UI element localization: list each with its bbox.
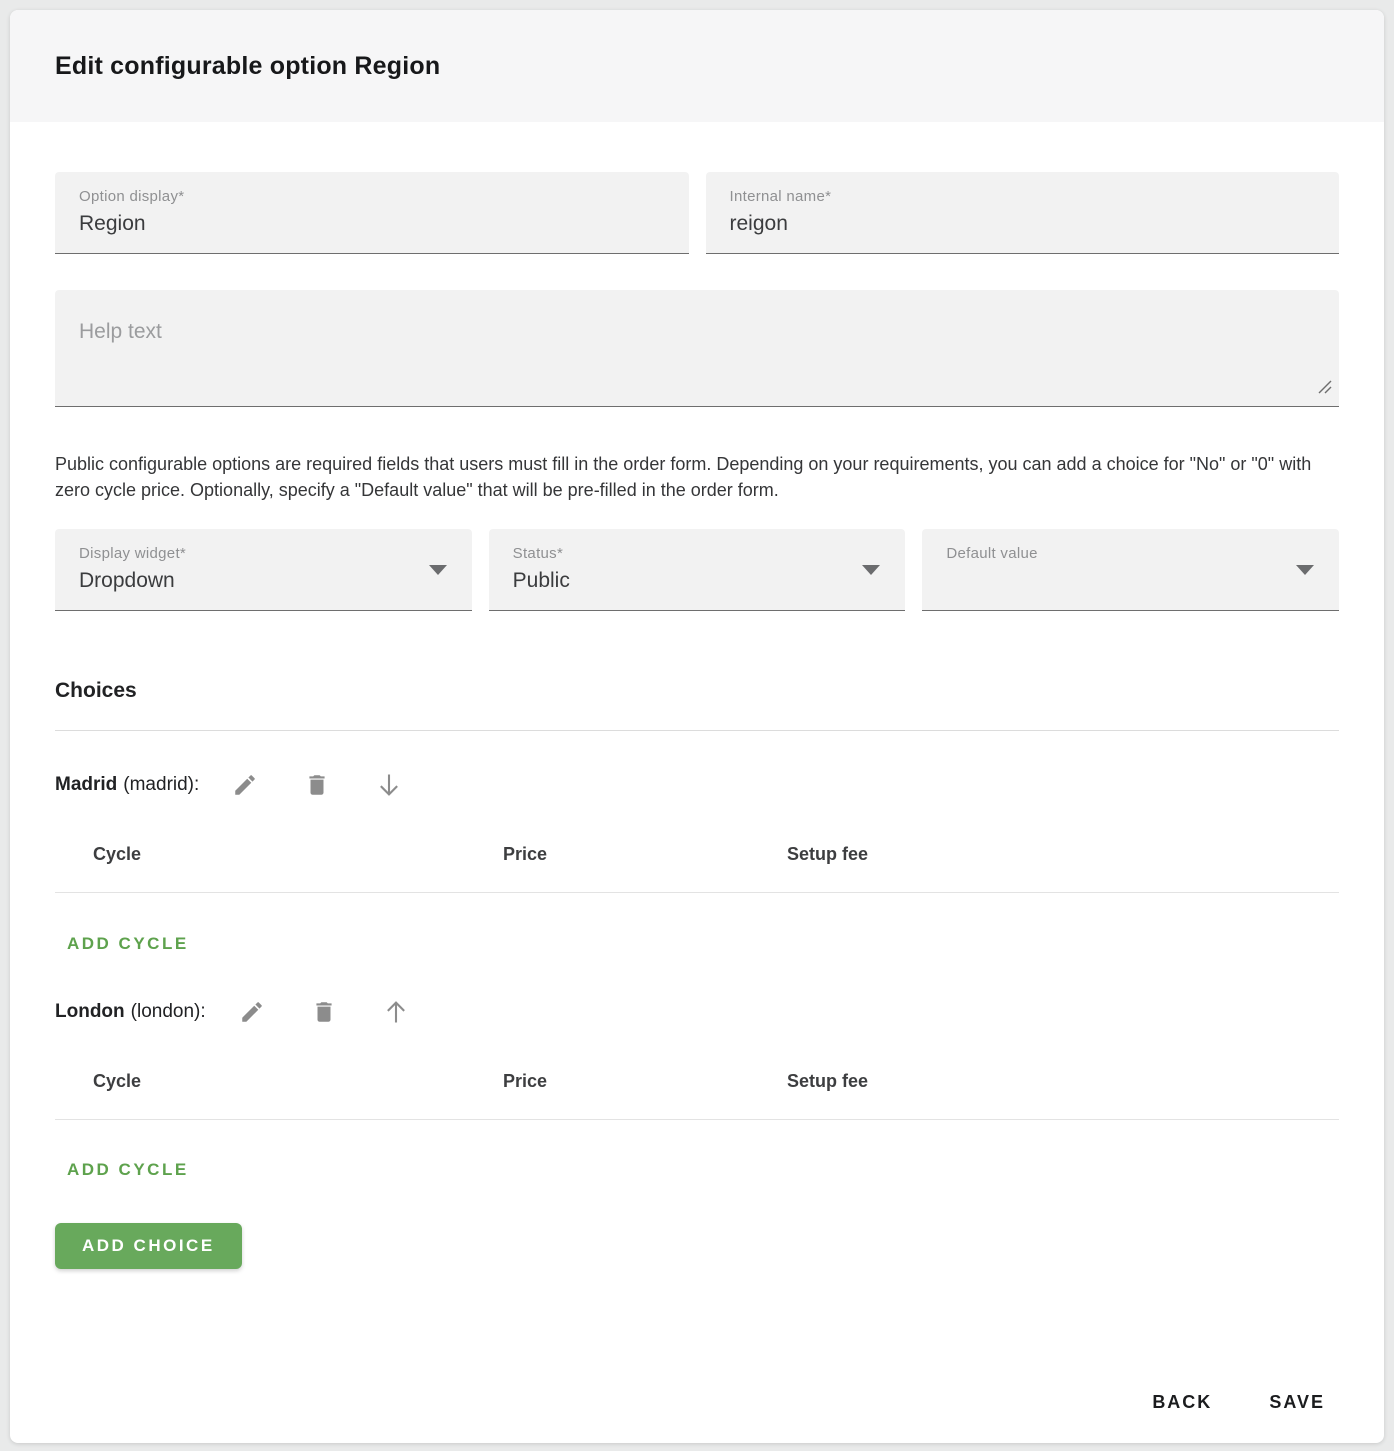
- footer-actions: BACK SAVE: [1150, 1388, 1327, 1417]
- edit-choice-button[interactable]: [231, 771, 259, 799]
- display-widget-select[interactable]: Display widget* Dropdown: [55, 529, 472, 611]
- info-text: Public configurable options are required…: [55, 451, 1339, 503]
- column-header-cycle: Cycle: [93, 1071, 503, 1092]
- trash-icon: [311, 999, 337, 1025]
- option-display-input[interactable]: [79, 212, 665, 236]
- choice-name: London: [55, 1001, 125, 1023]
- chevron-down-icon: [862, 565, 880, 575]
- help-text-input[interactable]: [55, 290, 1339, 406]
- internal-name-field[interactable]: Internal name*: [706, 172, 1340, 254]
- default-value-select[interactable]: Default value: [922, 529, 1339, 611]
- delete-choice-button[interactable]: [310, 998, 338, 1026]
- cycle-table-header: Cycle Price Setup fee: [55, 844, 1339, 893]
- card-body: Option display* Internal name* Public: [10, 122, 1384, 1269]
- choice-name: Madrid: [55, 774, 117, 796]
- page-background: Edit configurable option Region Option d…: [0, 0, 1394, 1451]
- column-header-price: Price: [503, 844, 787, 865]
- choice-slug: (madrid):: [123, 774, 199, 796]
- choice-actions: [238, 998, 410, 1026]
- move-choice-up-button[interactable]: [382, 998, 410, 1026]
- add-choice-button[interactable]: ADD CHOICE: [55, 1223, 242, 1269]
- back-button[interactable]: BACK: [1150, 1388, 1214, 1417]
- choice-row-london: London (london):: [55, 998, 1339, 1026]
- default-value-label: Default value: [946, 545, 1315, 562]
- add-cycle-button[interactable]: ADD CYCLE: [67, 1160, 189, 1180]
- select-fields-row: Display widget* Dropdown Status* Public …: [55, 529, 1339, 611]
- move-choice-down-button[interactable]: [375, 771, 403, 799]
- arrow-down-icon: [375, 771, 403, 799]
- arrow-up-icon: [382, 998, 410, 1026]
- display-widget-label: Display widget*: [79, 545, 448, 562]
- internal-name-input[interactable]: [730, 212, 1316, 236]
- choice-actions: [231, 771, 403, 799]
- column-header-setup-fee: Setup fee: [787, 1071, 1339, 1092]
- trash-icon: [304, 772, 330, 798]
- pencil-icon: [239, 999, 265, 1025]
- choices-heading: Choices: [55, 679, 1339, 703]
- column-header-cycle: Cycle: [93, 844, 503, 865]
- help-text-field[interactable]: [55, 290, 1339, 407]
- chevron-down-icon: [429, 565, 447, 575]
- save-button[interactable]: SAVE: [1267, 1388, 1327, 1417]
- choice-slug: (london):: [131, 1001, 206, 1023]
- status-label: Status*: [513, 545, 882, 562]
- resize-handle-icon[interactable]: [1318, 380, 1332, 399]
- column-header-setup-fee: Setup fee: [787, 844, 1339, 865]
- internal-name-label: Internal name*: [730, 188, 1316, 205]
- choices-divider: [55, 730, 1339, 731]
- pencil-icon: [232, 772, 258, 798]
- delete-choice-button[interactable]: [303, 771, 331, 799]
- status-value: Public: [513, 569, 882, 593]
- page-title: Edit configurable option Region: [55, 52, 440, 81]
- edit-option-card: Edit configurable option Region Option d…: [10, 10, 1384, 1443]
- status-select[interactable]: Status* Public: [489, 529, 906, 611]
- option-display-label: Option display*: [79, 188, 665, 205]
- name-fields-row: Option display* Internal name*: [55, 172, 1339, 254]
- column-header-price: Price: [503, 1071, 787, 1092]
- option-display-field[interactable]: Option display*: [55, 172, 689, 254]
- chevron-down-icon: [1296, 565, 1314, 575]
- choice-row-madrid: Madrid (madrid):: [55, 771, 1339, 799]
- cycle-table-header: Cycle Price Setup fee: [55, 1071, 1339, 1120]
- card-header: Edit configurable option Region: [10, 10, 1384, 122]
- add-cycle-button[interactable]: ADD CYCLE: [67, 934, 189, 954]
- edit-choice-button[interactable]: [238, 998, 266, 1026]
- display-widget-value: Dropdown: [79, 569, 448, 593]
